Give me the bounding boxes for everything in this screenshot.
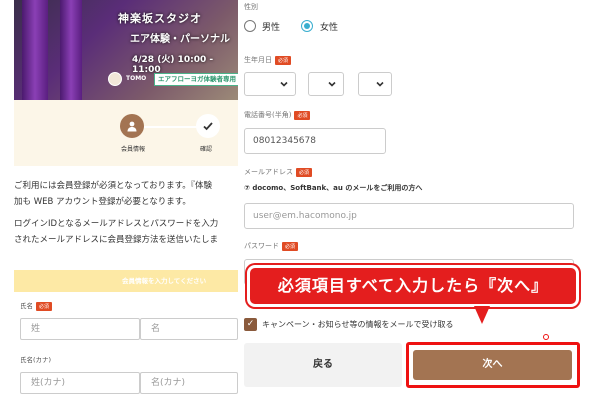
last-name-kana-field[interactable]: 姓(カナ) — [20, 372, 140, 394]
trial-badge: エアフローヨガ体験者専用 — [154, 73, 238, 86]
next-button[interactable]: 次へ — [413, 350, 572, 380]
email-label: メールアドレス 必須 — [244, 167, 313, 177]
lesson-banner: 神楽坂スタジオ エア体験・パーソナル 4/28 (火) 10:00 - 11:0… — [14, 0, 238, 100]
studio-name: 神楽坂スタジオ — [118, 12, 202, 25]
birth-year-select[interactable] — [244, 72, 296, 96]
intro-text: ご利用には会員登録が必須となっております。『体験 加も WEB アカウント登録が必… — [14, 178, 238, 254]
phone-label: 電話番号(半角) 必須 — [244, 110, 311, 120]
gender-option-female[interactable]: 女性 — [320, 20, 338, 33]
back-button[interactable]: 戻る — [244, 343, 402, 387]
check-icon — [196, 114, 220, 138]
gender-radio-male[interactable] — [244, 20, 256, 32]
person-icon — [120, 114, 144, 138]
step-label-member-info: 会員情報 — [121, 146, 146, 153]
gender-label: 性別 — [244, 3, 258, 11]
required-badge: 必須 — [294, 110, 311, 120]
intro-line: ログインIDとなるメールアドレスとパスワードを入力 — [14, 219, 219, 229]
section-header: 会員情報を入力してください — [14, 270, 238, 292]
lesson-datetime: 4/28 (火) 10:00 - 11:00 — [132, 55, 214, 75]
birthdate-label: 生年月日 必須 — [244, 55, 292, 65]
phone-input[interactable]: 08012345678 — [244, 128, 386, 154]
password-label: パスワード 必須 — [244, 241, 299, 251]
aerial-fabric-image — [22, 0, 48, 100]
name-label: 氏名 必須 — [20, 300, 53, 311]
last-name-field[interactable]: 姓 — [20, 318, 140, 340]
step-label-confirm: 確認 — [200, 146, 213, 153]
aerial-fabric-image — [60, 0, 82, 100]
required-badge: 必須 — [296, 167, 313, 177]
newsletter-checkbox[interactable]: ✓ — [244, 318, 257, 331]
progress-steps: 会員情報 確認 — [14, 100, 238, 166]
carrier-note-link[interactable]: ⑦ docomo、SoftBank、au のメールをご利用の方へ — [244, 183, 422, 193]
gender-radio-female[interactable] — [301, 20, 313, 32]
required-badge: 必須 — [36, 301, 53, 311]
newsletter-label[interactable]: キャンペーン・お知らせ等の情報をメールで受け取る — [262, 319, 453, 330]
birth-month-select[interactable] — [308, 72, 344, 96]
intro-line: されたメールアドレスに会員登録方法を送信いたしま — [14, 235, 219, 245]
intro-line: 加も WEB アカウント登録が必要となります。 — [14, 197, 191, 207]
left-panel: 神楽坂スタジオ エア体験・パーソナル 4/28 (火) 10:00 - 11:0… — [0, 0, 238, 400]
first-name-field[interactable]: 名 — [140, 318, 238, 340]
gender-option-male[interactable]: 男性 — [262, 20, 280, 33]
instruction-callout: 必須項目すべて入力したら『次へ』 — [247, 265, 579, 307]
email-input[interactable]: user@em.hacomono.jp — [244, 203, 574, 229]
callout-pointer — [474, 306, 490, 324]
kana-label: 氏名(カナ) — [20, 356, 52, 364]
first-name-kana-field[interactable]: 名(カナ) — [140, 372, 238, 394]
right-panel — [238, 0, 600, 400]
instructor-avatar — [108, 72, 122, 86]
highlight-marker — [543, 334, 549, 340]
birth-day-select[interactable] — [358, 72, 392, 96]
required-badge: 必須 — [275, 55, 292, 65]
registration-screen: 神楽坂スタジオ エア体験・パーソナル 4/28 (火) 10:00 - 11:0… — [0, 0, 600, 400]
intro-line: ご利用には会員登録が必須となっております。『体験 — [14, 181, 212, 191]
required-badge: 必須 — [282, 241, 299, 251]
chevron-down-icon — [328, 81, 336, 87]
lesson-kind: エア体験・パーソナル — [130, 34, 230, 45]
chevron-down-icon — [376, 81, 384, 87]
chevron-down-icon — [280, 81, 288, 87]
instructor-name: TOMO — [126, 75, 147, 82]
